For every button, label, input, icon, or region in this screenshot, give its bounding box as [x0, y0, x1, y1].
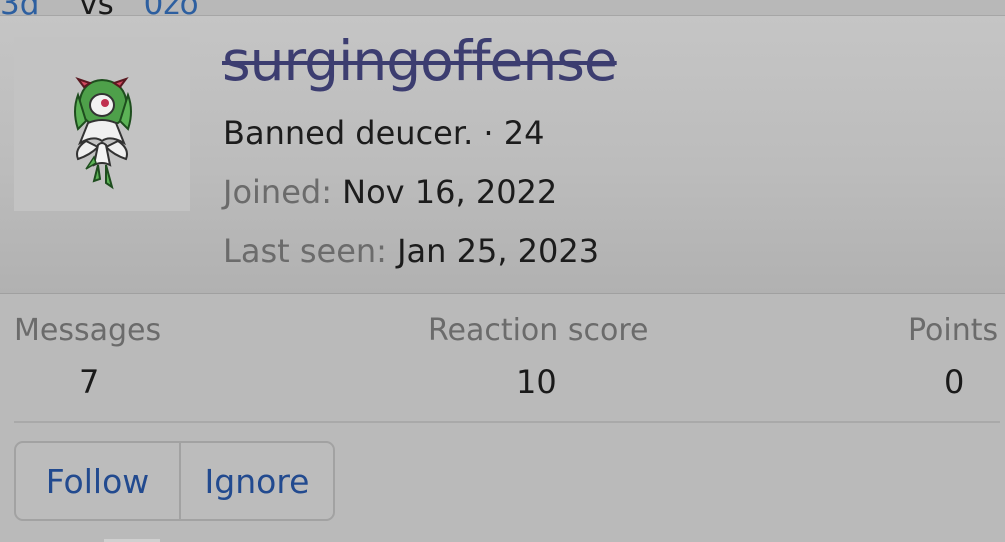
stat-points-value[interactable]: 0	[944, 363, 964, 401]
joined-date: Nov 16, 2022	[342, 173, 558, 211]
member-action-buttons: Follow Ignore	[14, 441, 335, 521]
last-seen-row: Last seen: Jan 25, 2023	[223, 231, 599, 271]
member-tooltip-card: surgingoffense Banned deucer. · 24 Joine…	[0, 15, 1005, 542]
stat-reaction-score-value[interactable]: 10	[516, 363, 557, 401]
joined-label: Joined:	[223, 173, 332, 211]
user-title-line: Banned deucer. · 24	[223, 114, 545, 152]
ignore-button[interactable]: Ignore	[181, 443, 333, 519]
divider	[14, 421, 1000, 423]
stat-messages-label: Messages	[14, 313, 162, 348]
last-seen-label: Last seen:	[223, 232, 387, 270]
last-seen-date: Jan 25, 2023	[397, 232, 600, 270]
follow-button[interactable]: Follow	[16, 443, 181, 519]
stat-points-label: Points	[908, 313, 999, 348]
member-stats: Messages 7 Reaction score 10 Points 0	[0, 294, 1005, 422]
stat-messages-value[interactable]: 7	[79, 363, 99, 401]
member-header: surgingoffense Banned deucer. · 24 Joine…	[0, 16, 1005, 294]
joined-row: Joined: Nov 16, 2022	[223, 172, 557, 212]
kirlia-sprite-icon	[74, 77, 132, 190]
avatar[interactable]	[14, 37, 190, 211]
stat-reaction-score-label: Reaction score	[428, 313, 649, 348]
username[interactable]: surgingoffense	[222, 26, 618, 96]
